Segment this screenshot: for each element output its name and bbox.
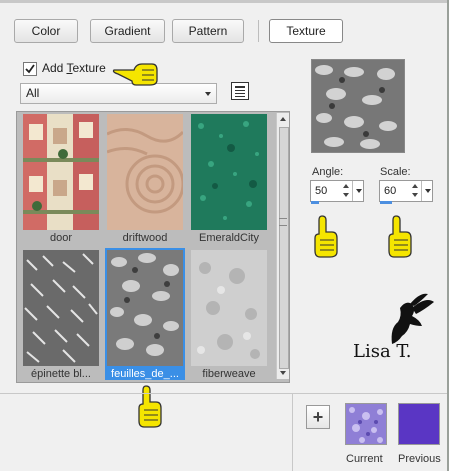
add-texture-label[interactable]: Add Texture xyxy=(42,61,106,75)
pointing-hand-icon xyxy=(138,385,162,428)
tab-pattern[interactable]: Pattern xyxy=(172,19,244,43)
thumb-label: feuilles_de_... xyxy=(105,368,185,380)
previous-color-fill xyxy=(399,404,439,444)
arrow-down-icon xyxy=(343,193,349,197)
scale-spinbox[interactable]: 60 xyxy=(379,180,433,204)
scroll-down-icon[interactable] xyxy=(280,371,286,375)
bottom-vertical-divider xyxy=(292,394,293,471)
tab-gradient[interactable]: Gradient xyxy=(90,19,165,43)
angle-stepper[interactable] xyxy=(341,181,351,201)
bottom-divider xyxy=(0,393,447,394)
texture-thumb-emeraldcity[interactable]: EmeraldCity xyxy=(189,112,269,244)
angle-label: Angle: xyxy=(312,166,344,178)
scale-stepper[interactable] xyxy=(410,181,420,201)
scroll-up-icon[interactable] xyxy=(280,117,286,121)
texture-gallery: door driftwood EmeraldCity épinette bl..… xyxy=(16,111,290,383)
arrow-down-icon xyxy=(412,193,418,197)
tab-color[interactable]: Color xyxy=(14,19,78,43)
category-value: All xyxy=(26,86,40,100)
texture-thumb-door[interactable]: door xyxy=(21,112,101,244)
scrollbar-thumb[interactable] xyxy=(279,127,289,369)
scale-slider-fill xyxy=(380,201,392,204)
chevron-down-icon xyxy=(205,92,211,96)
scale-value: 60 xyxy=(384,185,397,197)
grip-icon xyxy=(279,218,287,226)
driftwood-icon xyxy=(106,114,185,230)
arrow-up-icon xyxy=(412,184,418,188)
thumb-label: driftwood xyxy=(122,232,168,244)
pointing-hand-icon xyxy=(112,63,158,86)
texture-preview xyxy=(311,59,405,153)
pointing-hand-icon xyxy=(388,215,412,258)
previous-swatch[interactable] xyxy=(398,403,440,445)
thumb-label: EmeraldCity xyxy=(199,232,259,244)
thumb-label: door xyxy=(49,232,73,244)
chevron-down-icon xyxy=(425,189,431,193)
angle-spinbox[interactable]: 50 xyxy=(310,180,364,204)
texture-thumb-fiberweave[interactable]: fiberweave xyxy=(189,248,269,380)
thumb-label: épinette bl... xyxy=(31,368,91,380)
feuilles-icon xyxy=(105,248,185,368)
fiberweave-icon xyxy=(191,250,267,366)
current-label: Current xyxy=(346,453,383,465)
feuilles-preview-icon xyxy=(312,60,404,152)
angle-dropdown[interactable] xyxy=(352,181,364,201)
checkmark-icon xyxy=(25,64,35,74)
chevron-down-icon xyxy=(356,189,362,193)
texture-category-select[interactable]: All xyxy=(20,83,217,104)
texture-thumb-feuilles[interactable]: feuilles_de_... xyxy=(105,248,185,380)
signature-text: Lisa T. xyxy=(353,341,412,362)
epinette-icon xyxy=(23,250,99,366)
angle-value: 50 xyxy=(315,185,328,197)
previous-label: Previous xyxy=(398,453,441,465)
thumb-label: fiberweave xyxy=(202,368,256,380)
arrow-up-icon xyxy=(343,184,349,188)
add-texture-checkbox[interactable] xyxy=(23,62,37,76)
tab-separator xyxy=(258,20,259,42)
door-icon xyxy=(23,114,99,230)
scale-label: Scale: xyxy=(380,166,411,178)
texture-thumb-driftwood[interactable]: driftwood xyxy=(105,112,185,244)
angle-slider-fill xyxy=(311,201,319,204)
browse-textures-icon[interactable] xyxy=(231,82,249,100)
emerald-icon xyxy=(191,114,267,230)
current-swatch[interactable] xyxy=(345,403,387,445)
tab-texture[interactable]: Texture xyxy=(269,19,343,43)
add-swatch-button[interactable]: + xyxy=(306,405,330,429)
texture-thumb-epinette[interactable]: épinette bl... xyxy=(21,248,101,380)
scale-dropdown[interactable] xyxy=(421,181,433,201)
gallery-scrollbar[interactable] xyxy=(276,113,289,379)
fairy-silhouette-icon xyxy=(391,293,434,344)
top-divider xyxy=(0,0,449,3)
current-texture-swatch-icon xyxy=(346,404,386,444)
pointing-hand-icon xyxy=(314,215,338,258)
